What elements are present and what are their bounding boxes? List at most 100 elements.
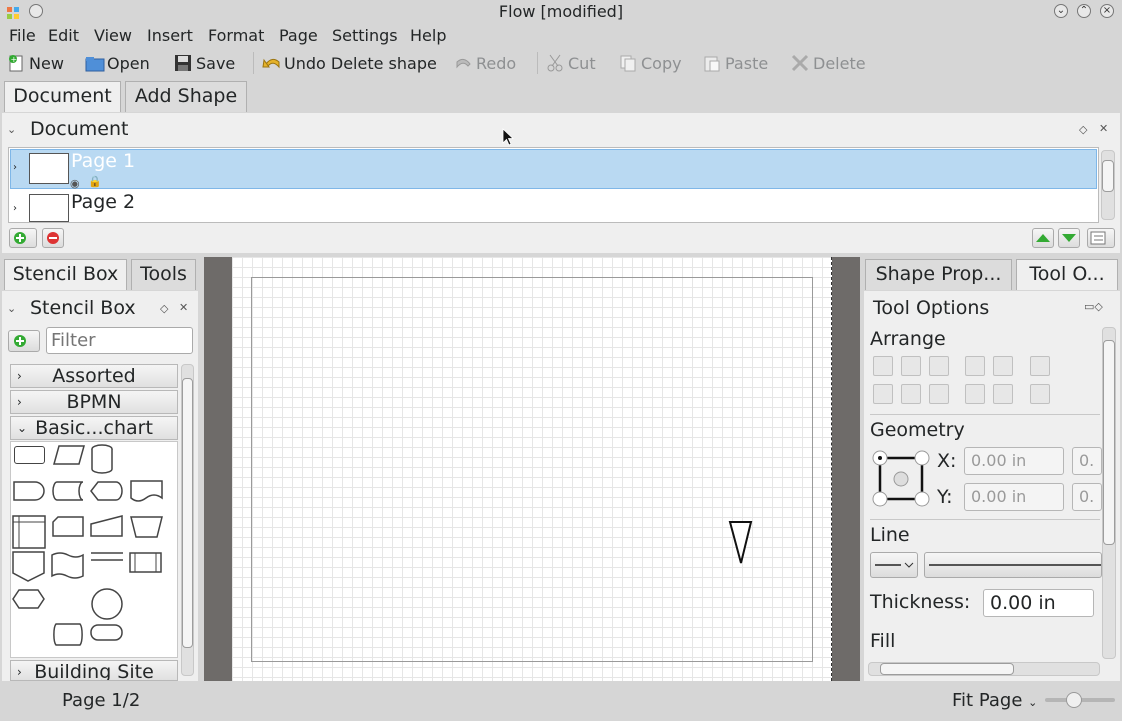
menu-help[interactable]: Help	[410, 26, 446, 45]
stencil-data-shape[interactable]	[53, 445, 85, 465]
expand-arrow-icon[interactable]: ›	[13, 162, 17, 173]
maximize-button[interactable]: ⌃	[1077, 4, 1091, 18]
add-stencil-button[interactable]	[8, 330, 40, 352]
align-right-button[interactable]	[929, 356, 949, 376]
stencil-process-shape[interactable]	[14, 446, 45, 464]
delete-button[interactable]: Delete	[791, 52, 866, 74]
copy-button[interactable]: Copy	[619, 52, 682, 74]
page-list-scroll-thumb[interactable]	[1102, 160, 1114, 192]
remove-page-button[interactable]	[42, 228, 64, 248]
category-basic-flowchart[interactable]: ⌄ Basic...chart	[10, 416, 178, 440]
align-left-button[interactable]	[873, 356, 893, 376]
line-style-dropdown[interactable]	[870, 552, 918, 578]
view-mode-button[interactable]	[1087, 228, 1115, 248]
stencil-manual-shape[interactable]	[52, 516, 84, 538]
y-position-spinbox[interactable]: 0.00 in	[964, 483, 1064, 511]
stencil-stored-data-shape[interactable]	[52, 481, 84, 501]
tab-tool-options[interactable]: Tool O...	[1016, 259, 1118, 290]
line-pattern-dropdown[interactable]	[924, 552, 1102, 578]
menu-insert[interactable]: Insert	[147, 26, 193, 45]
stencil-manual-operation-shape[interactable]	[130, 515, 164, 539]
stencil-filter-input[interactable]	[46, 327, 193, 354]
align-bottom-button[interactable]	[929, 384, 949, 404]
stencil-database-shape[interactable]	[90, 444, 114, 474]
tab-document[interactable]: Document	[4, 81, 121, 112]
x-position-spinbox[interactable]: 0.00 in	[964, 447, 1064, 475]
canvas-shape-triangle[interactable]	[728, 520, 754, 566]
float-icon[interactable]: ◇	[160, 302, 168, 315]
redo-button[interactable]: Redo	[454, 52, 516, 74]
ungroup-button[interactable]	[1030, 384, 1050, 404]
float-icon[interactable]: ◇	[1079, 123, 1087, 136]
stencil-annotation-shape[interactable]	[90, 550, 124, 564]
zoom-selector[interactable]: Fit Page ⌄	[952, 690, 1037, 711]
zoom-slider-handle[interactable]	[1066, 692, 1082, 708]
lock-icon[interactable]: 🔒	[88, 175, 102, 188]
close-docker-icon[interactable]: ✕	[1099, 122, 1108, 135]
group-button[interactable]	[1030, 356, 1050, 376]
collapse-icon[interactable]: ⌄	[7, 123, 16, 136]
menu-settings[interactable]: Settings	[332, 26, 398, 45]
category-bpmn[interactable]: › BPMN	[10, 390, 178, 414]
stencil-offpage-shape[interactable]	[12, 551, 46, 583]
undo-button[interactable]: Undo Delete shape	[262, 52, 437, 74]
align-middle-button[interactable]	[901, 384, 921, 404]
tool-options-h-scroll-thumb[interactable]	[880, 663, 1014, 675]
window-title: Flow [modified]	[498, 2, 624, 21]
cut-button[interactable]: Cut	[546, 52, 596, 74]
menu-view[interactable]: View	[94, 26, 132, 45]
collapse-icon[interactable]: ⌄	[7, 302, 16, 315]
stencil-predefined-process-shape[interactable]	[129, 552, 163, 574]
open-button[interactable]: Open	[85, 52, 150, 74]
tab-add-shape[interactable]: Add Shape	[125, 81, 247, 112]
thickness-spinbox[interactable]: 0.00 in	[983, 589, 1094, 617]
stencil-preparation-shape[interactable]	[12, 589, 46, 611]
lower-button[interactable]	[993, 356, 1013, 376]
stencil-terminator-shape[interactable]	[90, 624, 124, 642]
stencil-punched-tape-shape[interactable]	[51, 551, 85, 581]
redo-icon	[454, 54, 472, 72]
tab-shape-properties[interactable]: Shape Prop...	[865, 259, 1012, 290]
close-docker-icon[interactable]: ✕	[179, 301, 188, 314]
width-spinbox[interactable]: 0.	[1072, 447, 1102, 475]
close-button[interactable]: ×	[1100, 4, 1114, 18]
stencil-manual-input-shape[interactable]	[90, 514, 124, 538]
tool-options-menu-icon[interactable]: ▭◇	[1084, 300, 1103, 313]
visibility-eye-icon[interactable]: ◉	[70, 177, 80, 190]
add-page-button[interactable]	[9, 228, 37, 248]
new-document-icon: +	[7, 54, 25, 72]
raise-button[interactable]	[965, 356, 985, 376]
category-assorted[interactable]: › Assorted	[10, 364, 178, 388]
divider	[870, 414, 1100, 415]
menu-format[interactable]: Format	[208, 26, 264, 45]
tool-options-v-scroll-thumb[interactable]	[1103, 340, 1115, 545]
move-page-down-button[interactable]	[1058, 228, 1080, 248]
height-spinbox[interactable]: 0.	[1072, 483, 1102, 511]
menu-page[interactable]: Page	[279, 26, 318, 45]
menu-file[interactable]: File	[9, 26, 36, 45]
stencil-direct-storage-shape[interactable]	[52, 623, 84, 647]
align-top-button[interactable]	[873, 384, 893, 404]
tab-tools[interactable]: Tools	[131, 259, 196, 290]
page-edge	[831, 257, 832, 681]
stencil-document-shape[interactable]	[130, 480, 164, 504]
new-button[interactable]: + New	[7, 52, 64, 74]
stencil-delay-shape[interactable]	[13, 481, 45, 501]
stencil-connector-shape[interactable]	[90, 588, 124, 622]
paste-button[interactable]: Paste	[703, 52, 768, 74]
stencil-internal-storage-shape[interactable]	[12, 515, 46, 549]
stencil-scroll-thumb[interactable]	[182, 378, 193, 648]
category-building-site[interactable]: › Building Site	[10, 660, 178, 681]
anchor-point-selector[interactable]	[871, 450, 933, 508]
align-center-button[interactable]	[901, 356, 921, 376]
move-page-up-button[interactable]	[1032, 228, 1054, 248]
page-row[interactable]	[10, 149, 1097, 189]
send-to-back-button[interactable]	[993, 384, 1013, 404]
stencil-display-shape[interactable]	[90, 481, 124, 501]
save-button[interactable]: Save	[174, 52, 235, 74]
tab-stencil-box[interactable]: Stencil Box	[4, 259, 127, 290]
bring-to-front-button[interactable]	[965, 384, 985, 404]
menu-edit[interactable]: Edit	[48, 26, 79, 45]
minimize-button[interactable]: ⌄	[1054, 4, 1068, 18]
expand-arrow-icon[interactable]: ›	[13, 203, 17, 214]
